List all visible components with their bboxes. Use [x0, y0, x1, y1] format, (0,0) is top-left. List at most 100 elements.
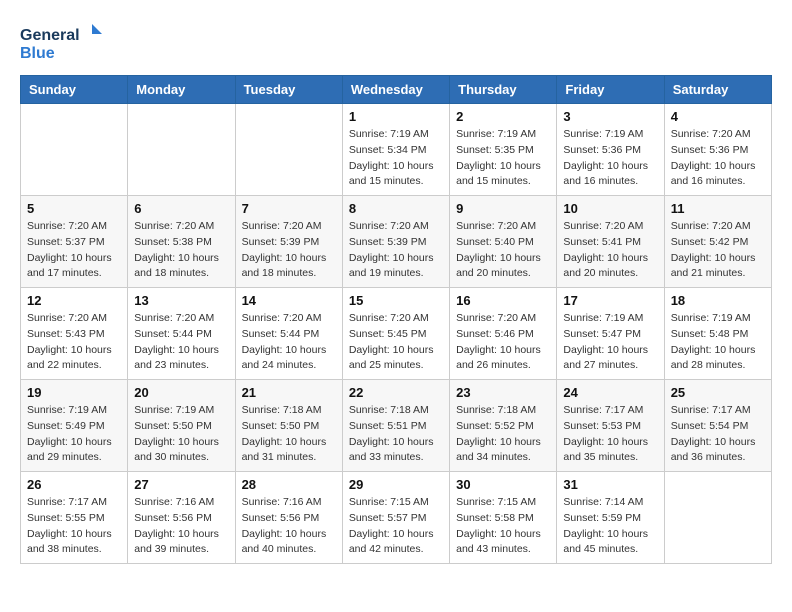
day-info: Sunrise: 7:20 AM Sunset: 5:42 PM Dayligh…	[671, 219, 765, 282]
weekday-header-thursday: Thursday	[450, 76, 557, 104]
day-number: 5	[27, 201, 121, 216]
calendar-cell: 23 Sunrise: 7:18 AM Sunset: 5:52 PM Dayli…	[450, 380, 557, 472]
calendar-cell: 26 Sunrise: 7:17 AM Sunset: 5:55 PM Dayli…	[21, 472, 128, 564]
day-info: Sunrise: 7:20 AM Sunset: 5:40 PM Dayligh…	[456, 219, 550, 282]
day-number: 26	[27, 477, 121, 492]
week-row-2: 5 Sunrise: 7:20 AM Sunset: 5:37 PM Daylig…	[21, 196, 772, 288]
weekday-header-row: SundayMondayTuesdayWednesdayThursdayFrid…	[21, 76, 772, 104]
weekday-header-saturday: Saturday	[664, 76, 771, 104]
weekday-header-monday: Monday	[128, 76, 235, 104]
day-number: 4	[671, 109, 765, 124]
day-number: 21	[242, 385, 336, 400]
day-number: 12	[27, 293, 121, 308]
day-number: 19	[27, 385, 121, 400]
day-info: Sunrise: 7:19 AM Sunset: 5:36 PM Dayligh…	[563, 127, 657, 190]
calendar-cell: 8 Sunrise: 7:20 AM Sunset: 5:39 PM Daylig…	[342, 196, 449, 288]
day-number: 7	[242, 201, 336, 216]
weekday-header-wednesday: Wednesday	[342, 76, 449, 104]
calendar-table: SundayMondayTuesdayWednesdayThursdayFrid…	[20, 75, 772, 564]
day-info: Sunrise: 7:20 AM Sunset: 5:45 PM Dayligh…	[349, 311, 443, 374]
day-number: 9	[456, 201, 550, 216]
weekday-header-tuesday: Tuesday	[235, 76, 342, 104]
day-info: Sunrise: 7:18 AM Sunset: 5:52 PM Dayligh…	[456, 403, 550, 466]
calendar-cell: 6Sunrise: 7:20 AM Sunset: 5:38 PM Daylig…	[128, 196, 235, 288]
calendar-cell: 11 Sunrise: 7:20 AM Sunset: 5:42 PM Dayli…	[664, 196, 771, 288]
calendar-cell: 22 Sunrise: 7:18 AM Sunset: 5:51 PM Dayli…	[342, 380, 449, 472]
day-number: 20	[134, 385, 228, 400]
calendar-cell	[128, 104, 235, 196]
week-row-3: 12 Sunrise: 7:20 AM Sunset: 5:43 PM Dayli…	[21, 288, 772, 380]
day-number: 14	[242, 293, 336, 308]
calendar-cell: 2 Sunrise: 7:19 AM Sunset: 5:35 PM Daylig…	[450, 104, 557, 196]
calendar-cell: 9 Sunrise: 7:20 AM Sunset: 5:40 PM Daylig…	[450, 196, 557, 288]
svg-text:General: General	[20, 27, 80, 44]
day-number: 29	[349, 477, 443, 492]
calendar-cell: 12 Sunrise: 7:20 AM Sunset: 5:43 PM Dayli…	[21, 288, 128, 380]
calendar-cell: 18Sunrise: 7:19 AM Sunset: 5:48 PM Dayli…	[664, 288, 771, 380]
calendar-cell: 14Sunrise: 7:20 AM Sunset: 5:44 PM Dayli…	[235, 288, 342, 380]
day-info: Sunrise: 7:20 AM Sunset: 5:39 PM Dayligh…	[242, 219, 336, 282]
calendar-cell: 15Sunrise: 7:20 AM Sunset: 5:45 PM Dayli…	[342, 288, 449, 380]
day-number: 1	[349, 109, 443, 124]
day-number: 3	[563, 109, 657, 124]
calendar-cell: 4Sunrise: 7:20 AM Sunset: 5:36 PM Daylig…	[664, 104, 771, 196]
week-row-5: 26 Sunrise: 7:17 AM Sunset: 5:55 PM Dayli…	[21, 472, 772, 564]
day-info: Sunrise: 7:20 AM Sunset: 5:37 PM Dayligh…	[27, 219, 121, 282]
calendar-cell	[21, 104, 128, 196]
day-info: Sunrise: 7:17 AM Sunset: 5:53 PM Dayligh…	[563, 403, 657, 466]
day-number: 6	[134, 201, 228, 216]
weekday-header-sunday: Sunday	[21, 76, 128, 104]
day-info: Sunrise: 7:14 AM Sunset: 5:59 PM Dayligh…	[563, 495, 657, 558]
logo: General Blue	[20, 20, 110, 65]
week-row-1: 1Sunrise: 7:19 AM Sunset: 5:34 PM Daylig…	[21, 104, 772, 196]
day-number: 11	[671, 201, 765, 216]
calendar-cell	[664, 472, 771, 564]
day-info: Sunrise: 7:19 AM Sunset: 5:50 PM Dayligh…	[134, 403, 228, 466]
week-row-4: 19Sunrise: 7:19 AM Sunset: 5:49 PM Dayli…	[21, 380, 772, 472]
svg-text:Blue: Blue	[20, 45, 55, 62]
day-info: Sunrise: 7:19 AM Sunset: 5:48 PM Dayligh…	[671, 311, 765, 374]
day-info: Sunrise: 7:18 AM Sunset: 5:50 PM Dayligh…	[242, 403, 336, 466]
day-number: 10	[563, 201, 657, 216]
day-info: Sunrise: 7:19 AM Sunset: 5:47 PM Dayligh…	[563, 311, 657, 374]
day-number: 31	[563, 477, 657, 492]
day-info: Sunrise: 7:20 AM Sunset: 5:39 PM Dayligh…	[349, 219, 443, 282]
day-info: Sunrise: 7:17 AM Sunset: 5:55 PM Dayligh…	[27, 495, 121, 558]
calendar-cell: 27 Sunrise: 7:16 AM Sunset: 5:56 PM Dayli…	[128, 472, 235, 564]
day-info: Sunrise: 7:16 AM Sunset: 5:56 PM Dayligh…	[134, 495, 228, 558]
calendar-cell: 16 Sunrise: 7:20 AM Sunset: 5:46 PM Dayli…	[450, 288, 557, 380]
calendar-cell: 1Sunrise: 7:19 AM Sunset: 5:34 PM Daylig…	[342, 104, 449, 196]
calendar-cell: 20 Sunrise: 7:19 AM Sunset: 5:50 PM Dayli…	[128, 380, 235, 472]
calendar-cell: 28Sunrise: 7:16 AM Sunset: 5:56 PM Dayli…	[235, 472, 342, 564]
day-number: 17	[563, 293, 657, 308]
day-number: 27	[134, 477, 228, 492]
day-info: Sunrise: 7:20 AM Sunset: 5:46 PM Dayligh…	[456, 311, 550, 374]
logo-svg: General Blue	[20, 20, 110, 65]
day-number: 2	[456, 109, 550, 124]
calendar-cell: 29Sunrise: 7:15 AM Sunset: 5:57 PM Dayli…	[342, 472, 449, 564]
calendar-cell: 17 Sunrise: 7:19 AM Sunset: 5:47 PM Dayli…	[557, 288, 664, 380]
calendar-cell: 10Sunrise: 7:20 AM Sunset: 5:41 PM Dayli…	[557, 196, 664, 288]
day-info: Sunrise: 7:18 AM Sunset: 5:51 PM Dayligh…	[349, 403, 443, 466]
day-number: 24	[563, 385, 657, 400]
weekday-header-friday: Friday	[557, 76, 664, 104]
calendar-cell: 7 Sunrise: 7:20 AM Sunset: 5:39 PM Daylig…	[235, 196, 342, 288]
day-info: Sunrise: 7:17 AM Sunset: 5:54 PM Dayligh…	[671, 403, 765, 466]
day-number: 8	[349, 201, 443, 216]
calendar-cell: 25 Sunrise: 7:17 AM Sunset: 5:54 PM Dayli…	[664, 380, 771, 472]
page-header: General Blue	[20, 20, 772, 65]
day-number: 23	[456, 385, 550, 400]
calendar-cell: 3 Sunrise: 7:19 AM Sunset: 5:36 PM Daylig…	[557, 104, 664, 196]
day-info: Sunrise: 7:15 AM Sunset: 5:58 PM Dayligh…	[456, 495, 550, 558]
logo-inner: General Blue	[20, 20, 110, 65]
day-info: Sunrise: 7:19 AM Sunset: 5:35 PM Dayligh…	[456, 127, 550, 190]
day-number: 16	[456, 293, 550, 308]
day-info: Sunrise: 7:20 AM Sunset: 5:43 PM Dayligh…	[27, 311, 121, 374]
day-number: 22	[349, 385, 443, 400]
calendar-cell: 13Sunrise: 7:20 AM Sunset: 5:44 PM Dayli…	[128, 288, 235, 380]
day-number: 25	[671, 385, 765, 400]
calendar-cell: 19Sunrise: 7:19 AM Sunset: 5:49 PM Dayli…	[21, 380, 128, 472]
day-info: Sunrise: 7:20 AM Sunset: 5:44 PM Dayligh…	[134, 311, 228, 374]
calendar-cell: 30Sunrise: 7:15 AM Sunset: 5:58 PM Dayli…	[450, 472, 557, 564]
calendar-cell: 21 Sunrise: 7:18 AM Sunset: 5:50 PM Dayli…	[235, 380, 342, 472]
